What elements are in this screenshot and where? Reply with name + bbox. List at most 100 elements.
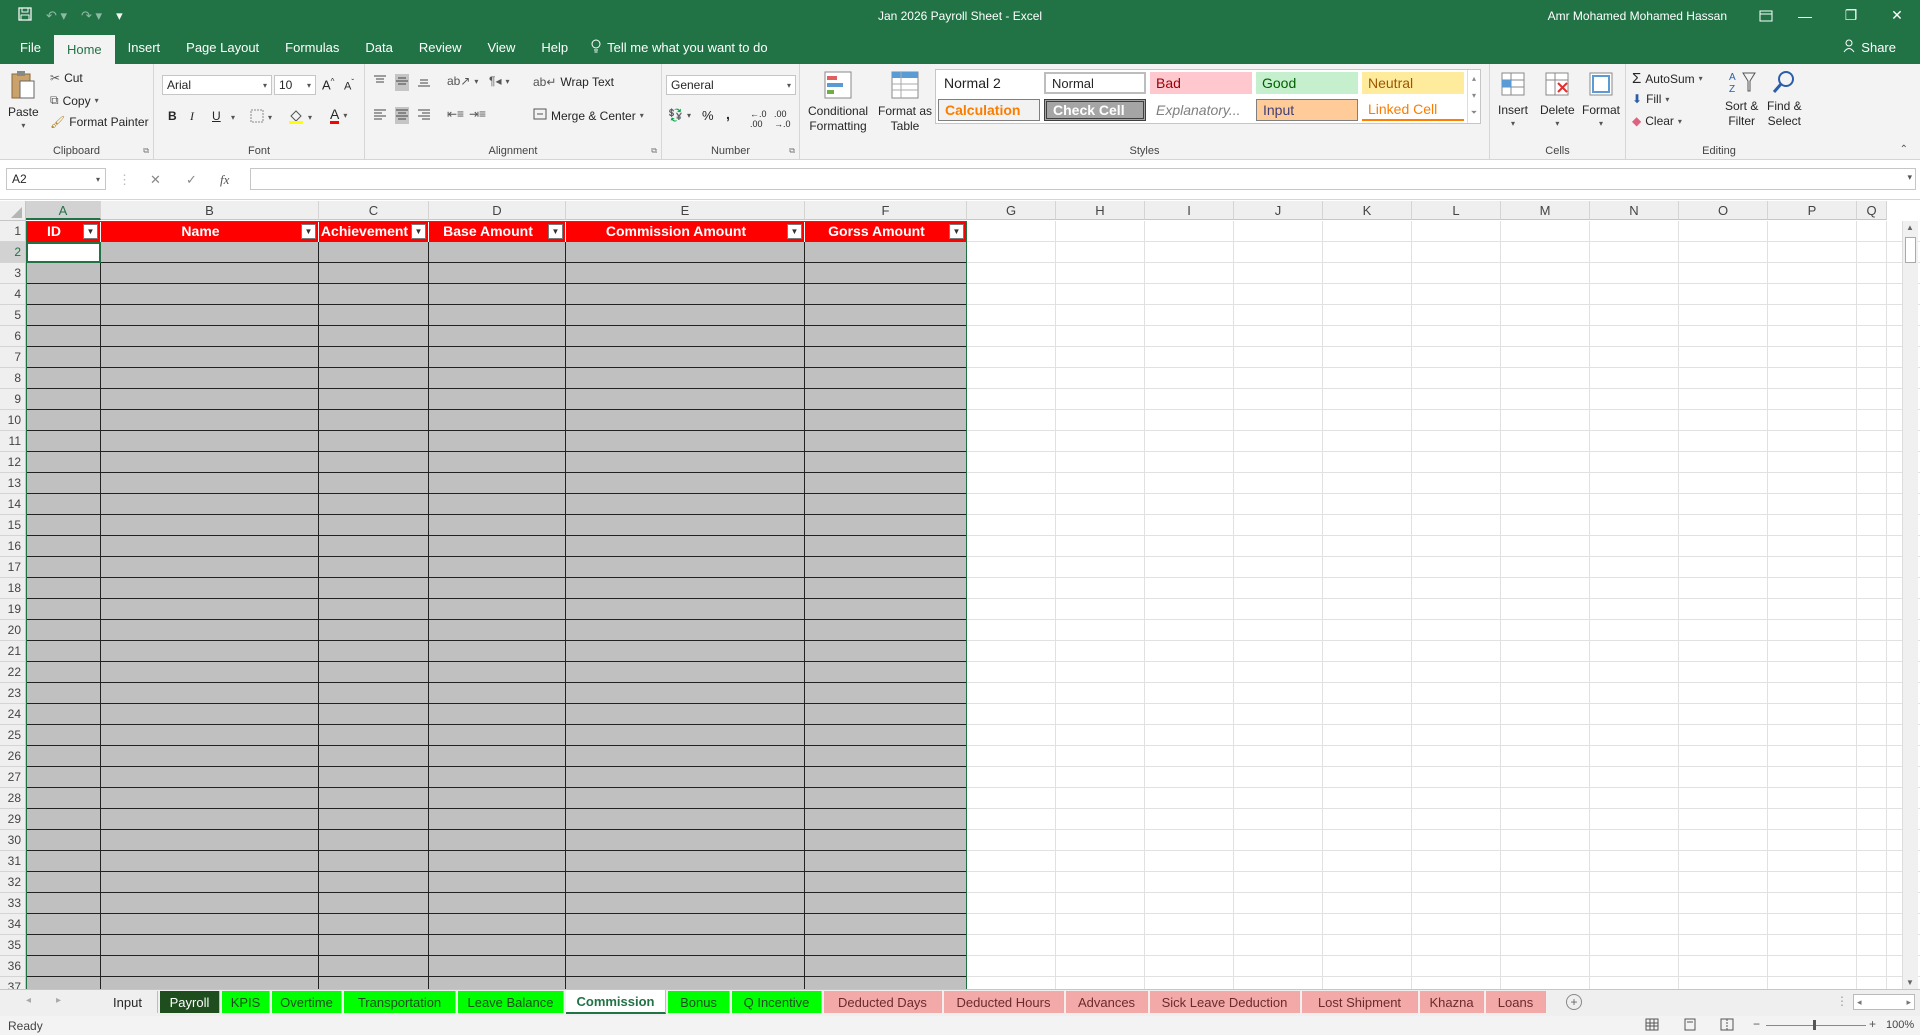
table-cell[interactable] — [566, 494, 805, 515]
column-header[interactable]: C — [319, 201, 429, 220]
table-cell[interactable] — [26, 662, 101, 683]
table-cell[interactable] — [26, 536, 101, 557]
table-cell[interactable] — [319, 410, 429, 431]
table-cell[interactable] — [319, 767, 429, 788]
table-cell[interactable] — [805, 389, 967, 410]
name-box[interactable]: A2 ▾ — [6, 168, 106, 190]
row-header[interactable]: 1 — [0, 221, 26, 242]
paste-button[interactable]: Paste ▾ — [8, 70, 39, 130]
gallery-scroll[interactable]: ▴ ▾ ⏷ — [1467, 70, 1480, 123]
style-explanatory[interactable]: Explanatory... — [1150, 99, 1252, 121]
table-cell[interactable] — [101, 536, 319, 557]
table-cell[interactable] — [101, 431, 319, 452]
table-cell[interactable] — [566, 893, 805, 914]
horizontal-scrollbar[interactable]: ◂ ▸ — [1853, 994, 1915, 1010]
table-cell[interactable] — [566, 914, 805, 935]
format-cells-button[interactable]: Format ▾ — [1582, 70, 1620, 128]
table-cell[interactable] — [805, 263, 967, 284]
row-header[interactable]: 28 — [0, 788, 26, 809]
ribbon-display-options-icon[interactable] — [1746, 0, 1786, 31]
increase-indent-button[interactable]: ⇥≡ — [469, 107, 486, 121]
table-cell[interactable] — [429, 305, 566, 326]
table-cell[interactable] — [101, 893, 319, 914]
insert-function-icon[interactable]: fx — [220, 172, 229, 188]
table-cell[interactable] — [26, 557, 101, 578]
table-cell[interactable] — [319, 326, 429, 347]
table-cell[interactable] — [26, 326, 101, 347]
table-cell[interactable] — [805, 305, 967, 326]
table-cell[interactable] — [101, 242, 319, 263]
table-cell[interactable] — [101, 977, 319, 989]
table-cell[interactable] — [429, 326, 566, 347]
table-cell[interactable] — [319, 263, 429, 284]
row-header[interactable]: 22 — [0, 662, 26, 683]
table-cell[interactable] — [429, 620, 566, 641]
style-neutral[interactable]: Neutral — [1362, 72, 1464, 94]
table-cell[interactable] — [26, 746, 101, 767]
close-button[interactable]: ✕ — [1874, 0, 1920, 31]
table-cell[interactable] — [429, 851, 566, 872]
sheet-tab[interactable]: Input — [98, 991, 158, 1013]
row-header[interactable]: 10 — [0, 410, 26, 431]
table-cell[interactable] — [566, 641, 805, 662]
table-cell[interactable] — [805, 599, 967, 620]
minimize-button[interactable]: — — [1782, 0, 1828, 31]
table-cell[interactable] — [805, 452, 967, 473]
row-header[interactable]: 34 — [0, 914, 26, 935]
table-cell[interactable] — [566, 326, 805, 347]
table-cell[interactable] — [101, 578, 319, 599]
table-cell[interactable] — [566, 788, 805, 809]
table-cell[interactable] — [319, 431, 429, 452]
middle-align-button[interactable] — [395, 74, 409, 91]
collapse-ribbon-icon[interactable]: ⌃ — [1900, 144, 1908, 155]
fill-button[interactable]: ⬇ Fill ▾ — [1632, 92, 1669, 106]
table-cell[interactable] — [429, 746, 566, 767]
table-cell[interactable] — [805, 956, 967, 977]
table-cell[interactable] — [26, 473, 101, 494]
table-cell[interactable] — [319, 536, 429, 557]
zoom-out-icon[interactable]: − — [1753, 1017, 1760, 1031]
merge-center-button[interactable]: Merge & Center ▾ — [533, 108, 644, 123]
table-cell[interactable] — [319, 830, 429, 851]
column-header[interactable]: Q — [1857, 201, 1887, 220]
table-cell[interactable] — [319, 389, 429, 410]
table-cell[interactable] — [26, 872, 101, 893]
sheet-tab[interactable]: Deducted Days — [824, 991, 942, 1013]
dialog-launcher-icon[interactable]: ⧉ — [651, 146, 657, 156]
table-cell[interactable] — [26, 578, 101, 599]
scrollbar-thumb[interactable] — [1905, 237, 1916, 263]
column-header[interactable]: H — [1056, 201, 1145, 220]
zoom-level[interactable]: 100% — [1886, 1019, 1914, 1031]
table-cell[interactable] — [805, 536, 967, 557]
table-cell[interactable] — [805, 893, 967, 914]
tab-view[interactable]: View — [474, 31, 528, 64]
text-direction-button[interactable]: ¶◂ ▾ — [489, 74, 509, 88]
sheet-tab[interactable]: Payroll — [160, 991, 220, 1013]
table-cell[interactable] — [26, 452, 101, 473]
table-cell[interactable] — [101, 389, 319, 410]
scroll-down-icon[interactable]: ▼ — [1906, 978, 1914, 987]
table-cell[interactable] — [429, 389, 566, 410]
row-header[interactable]: 24 — [0, 704, 26, 725]
table-cell[interactable] — [26, 725, 101, 746]
table-cell[interactable] — [566, 389, 805, 410]
table-cell[interactable] — [26, 977, 101, 989]
row-header[interactable]: 23 — [0, 683, 26, 704]
table-cell[interactable] — [26, 956, 101, 977]
filter-dropdown-icon[interactable]: ▼ — [548, 224, 563, 239]
table-cell[interactable] — [101, 683, 319, 704]
table-cell[interactable] — [26, 851, 101, 872]
table-cell[interactable] — [805, 578, 967, 599]
table-cell[interactable] — [805, 725, 967, 746]
table-cell[interactable] — [566, 410, 805, 431]
table-cell[interactable] — [101, 914, 319, 935]
table-cell[interactable] — [319, 242, 429, 263]
table-cell[interactable] — [429, 872, 566, 893]
formula-input[interactable] — [250, 168, 1916, 190]
row-header[interactable]: 21 — [0, 641, 26, 662]
dialog-launcher-icon[interactable]: ⧉ — [143, 146, 149, 156]
row-header[interactable]: 15 — [0, 515, 26, 536]
table-header-cell[interactable]: Name ▼ — [101, 221, 319, 242]
undo-icon[interactable]: ↶ ▾ — [46, 8, 67, 24]
row-header[interactable]: 35 — [0, 935, 26, 956]
